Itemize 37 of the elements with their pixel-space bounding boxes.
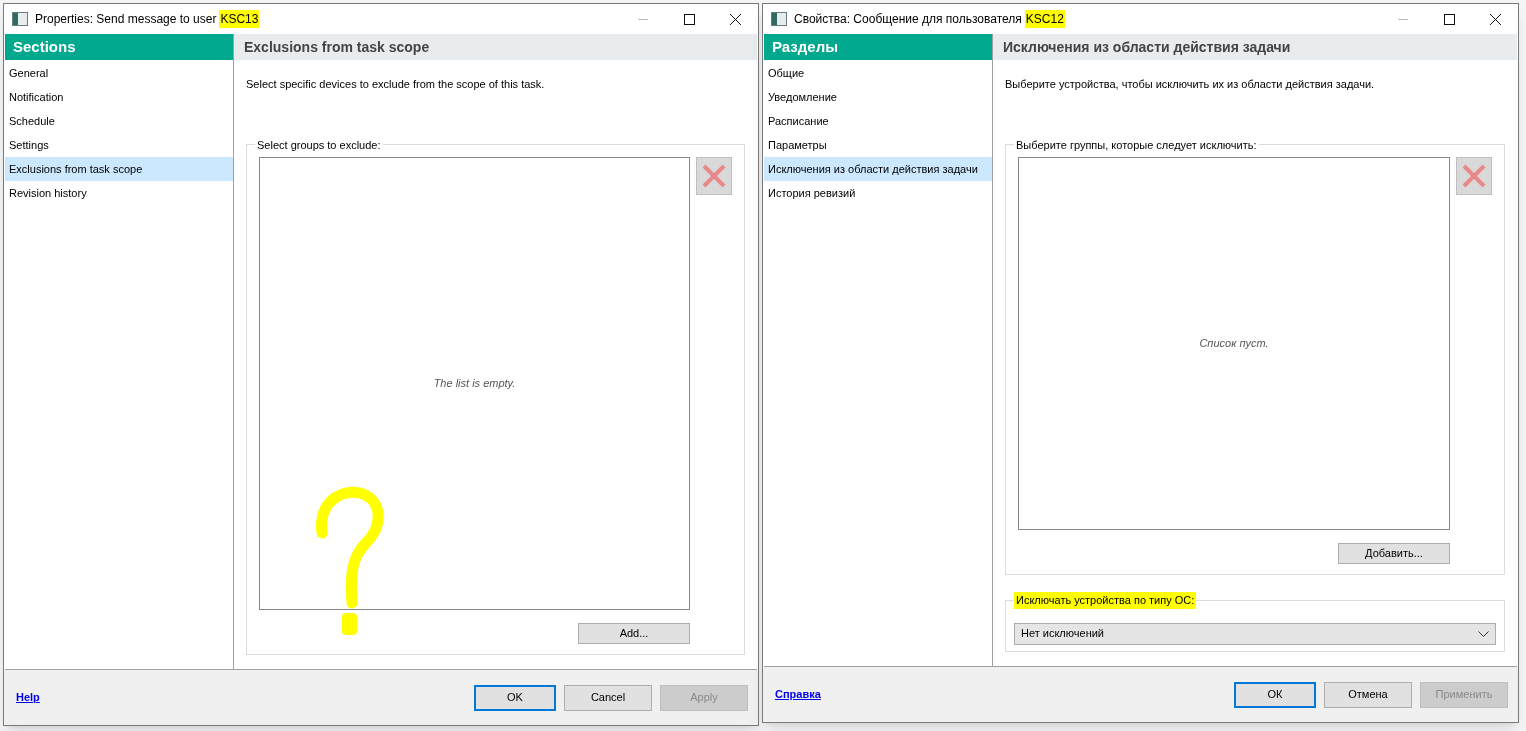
app-icon <box>12 12 28 26</box>
close-icon <box>1489 13 1501 25</box>
section-item[interactable]: Исключения из области действия задачи <box>764 157 992 181</box>
description-text: Select specific devices to exclude from the scope of this task. <box>246 77 546 92</box>
maximize-icon <box>683 13 695 25</box>
dialog-button[interactable]: Отмена <box>1324 681 1412 708</box>
dialog-button[interactable]: OK <box>474 684 556 711</box>
empty-list-text: The list is empty. <box>433 376 516 392</box>
os-exclusion-label: Исключать устройства по типу ОС: <box>1014 592 1197 609</box>
delete-x-icon <box>701 163 727 189</box>
app-icon <box>771 12 787 26</box>
highlighted-title-text: KSC13 <box>219 10 260 28</box>
page-header: Exclusions from task scope <box>234 34 757 60</box>
close-icon <box>729 13 741 25</box>
dialog-button[interactable]: ОК <box>1234 681 1316 708</box>
help-link[interactable]: Справка <box>775 686 821 703</box>
maximize-icon <box>1443 13 1455 25</box>
page-header: Исключения из области действия задачи <box>993 34 1517 60</box>
groups-label: Выберите группы, которые следует исключить: <box>1015 137 1258 153</box>
description-text: Выберите устройства, чтобы исключить их из области действия задачи. <box>1005 77 1376 92</box>
os-dropdown[interactable]: Нет исключений <box>1014 622 1496 645</box>
highlighted-title-text: KSC12 <box>1024 10 1065 28</box>
groups-label: Select groups to exclude: <box>256 137 382 153</box>
delete-x-icon <box>1461 163 1487 189</box>
chevron-down-icon <box>1478 630 1489 637</box>
empty-list-text: Список пуст. <box>1199 336 1269 352</box>
add-button[interactable]: Добавить... <box>1338 543 1450 564</box>
delete-button[interactable] <box>1456 157 1492 195</box>
dialog-button[interactable]: Cancel <box>564 684 652 711</box>
sections-header: Sections <box>5 34 233 60</box>
window-title: Properties: Send message to user <box>35 11 217 28</box>
delete-button[interactable] <box>696 157 732 195</box>
help-link[interactable]: Help <box>16 689 40 706</box>
add-button[interactable]: Add... <box>578 623 690 644</box>
sections-header: Разделы <box>764 34 992 60</box>
window-title: Свойства: Сообщение для пользователя <box>794 11 1022 28</box>
section-item[interactable]: Exclusions from task scope <box>5 157 233 181</box>
